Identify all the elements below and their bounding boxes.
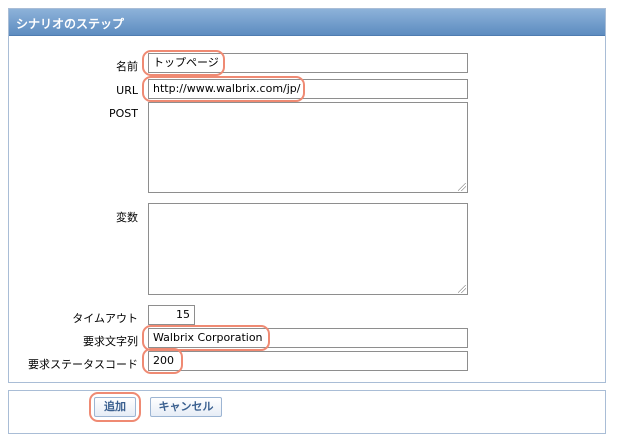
timeout-label: タイムアウト (72, 312, 138, 325)
variables-label: 変数 (116, 211, 138, 224)
name-label: 名前 (116, 60, 138, 73)
status-code-label: 要求ステータスコード (28, 358, 138, 371)
variables-textarea[interactable] (148, 203, 468, 295)
url-field[interactable]: http://www.walbrix.com/jp/ (148, 79, 468, 99)
status-code-field[interactable]: 200 (148, 351, 468, 371)
add-button[interactable]: 追加 (94, 397, 136, 417)
panel-title: シナリオのステップ (16, 17, 125, 31)
required-string-field[interactable]: Walbrix Corporation (148, 328, 468, 348)
cancel-button[interactable]: キャンセル (150, 397, 222, 417)
name-field[interactable]: トップページ (148, 53, 468, 73)
resize-grip-icon[interactable] (458, 183, 466, 191)
panel-header: シナリオのステップ (9, 9, 605, 36)
timeout-field[interactable]: 15 (148, 305, 195, 325)
resize-grip-icon[interactable] (458, 285, 466, 293)
post-label: POST (109, 107, 138, 120)
required-string-label: 要求文字列 (83, 335, 138, 348)
url-label: URL (116, 84, 138, 97)
post-textarea[interactable] (148, 102, 468, 193)
